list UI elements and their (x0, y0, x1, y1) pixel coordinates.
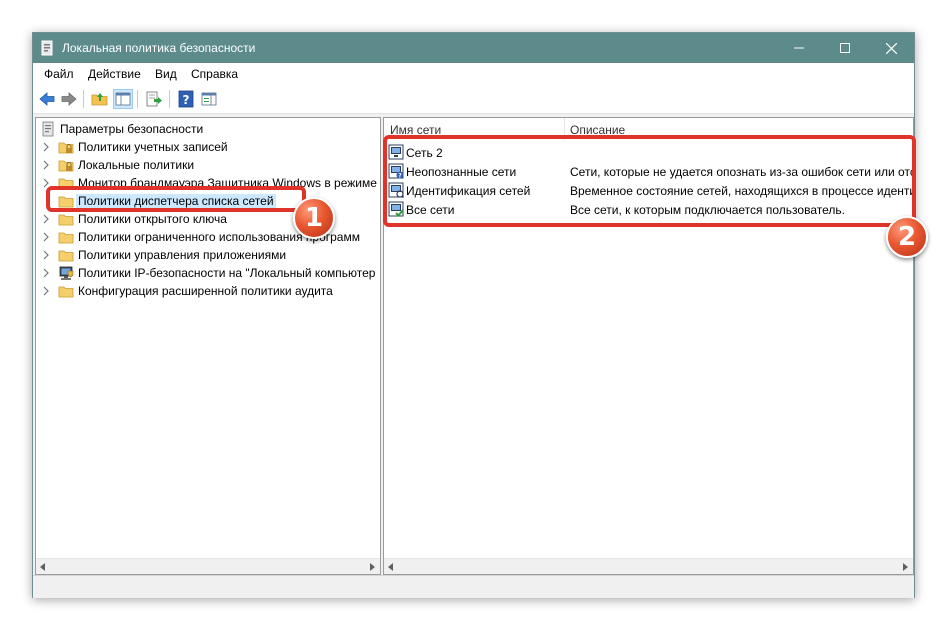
title-bar[interactable]: Локальная политика безопасности (33, 33, 914, 63)
chevron-right-icon[interactable] (42, 250, 50, 260)
callout-badge-2: 2 (886, 216, 928, 258)
status-bar (33, 575, 914, 598)
security-settings-icon (42, 121, 54, 137)
help-icon[interactable]: ? (177, 90, 195, 108)
horizontal-scrollbar[interactable] (36, 558, 380, 574)
folder-icon (58, 286, 74, 298)
folder-icon (58, 214, 74, 226)
back-arrow-icon[interactable] (38, 90, 56, 108)
folder-icon (58, 232, 74, 244)
menu-view[interactable]: Вид (155, 67, 177, 81)
show-hide-tree-icon[interactable] (113, 89, 133, 109)
chevron-right-icon[interactable] (42, 232, 50, 242)
svg-text:?: ? (183, 93, 190, 107)
callout-highlight-2 (383, 135, 916, 227)
menu-action[interactable]: Действие (88, 67, 141, 81)
menu-help[interactable]: Справка (191, 67, 238, 81)
tree-item-label: Конфигурация расширенной политики аудита (78, 284, 333, 298)
window-title: Локальная политика безопасности (62, 41, 256, 55)
tree-item-advanced-audit[interactable]: Конфигурация расширенной политики аудита (36, 282, 380, 300)
scroll-right-icon[interactable] (903, 563, 908, 571)
scroll-left-icon[interactable] (40, 563, 45, 571)
tree-item-ip-security[interactable]: Политики IP-безопасности на "Локальный к… (36, 264, 380, 282)
maximize-button[interactable] (822, 33, 868, 63)
folder-icon (58, 250, 74, 262)
security-policy-app-icon (41, 40, 53, 56)
folder-lock-icon (58, 142, 74, 154)
folder-lock-icon (58, 160, 74, 172)
chevron-right-icon[interactable] (42, 160, 50, 170)
minimize-icon (794, 47, 804, 49)
app-window: Локальная политика безопасности Файл Дей… (32, 32, 915, 598)
tree-item-app-control[interactable]: Политики управления приложениями (36, 246, 380, 264)
callout-badge-1: 1 (293, 197, 335, 239)
horizontal-scrollbar[interactable] (384, 558, 913, 574)
toolbar-separator (169, 90, 170, 108)
tree-root[interactable]: Параметры безопасности (36, 120, 380, 138)
menu-file[interactable]: Файл (44, 67, 74, 81)
menu-bar: Файл Действие Вид Справка (33, 63, 914, 85)
close-button[interactable] (868, 33, 914, 63)
tree-root-label: Параметры безопасности (60, 122, 204, 136)
export-list-icon[interactable] (145, 90, 163, 108)
scroll-right-icon[interactable] (370, 563, 375, 571)
chevron-right-icon[interactable] (42, 214, 50, 224)
toolbar-separator (83, 90, 84, 108)
tree-item-label: Политики IP-безопасности на "Локальный к… (78, 266, 376, 280)
tree-item-local-policies[interactable]: Локальные политики (36, 156, 380, 174)
tree-item-label: Политики управления приложениями (78, 248, 287, 262)
chevron-right-icon[interactable] (42, 268, 50, 278)
minimize-button[interactable] (776, 33, 822, 63)
up-folder-icon[interactable] (91, 90, 109, 108)
toolbar-separator (137, 90, 138, 108)
forward-arrow-icon[interactable] (60, 90, 78, 108)
chevron-right-icon[interactable] (42, 142, 50, 152)
toolbar: ? (33, 85, 914, 114)
scroll-left-icon[interactable] (388, 563, 393, 571)
tree-item-label: Политики учетных записей (78, 140, 228, 154)
ipsec-policy-icon (59, 266, 74, 280)
tree-item-label: Политики открытого ключа (78, 212, 227, 226)
maximize-icon (840, 43, 850, 53)
tree-item-account-policies[interactable]: Политики учетных записей (36, 138, 380, 156)
show-hide-action-pane-icon[interactable] (200, 90, 218, 108)
chevron-right-icon[interactable] (42, 286, 50, 296)
tree-item-label: Локальные политики (78, 158, 195, 172)
close-icon (885, 42, 897, 54)
callout-highlight-1 (46, 186, 306, 212)
